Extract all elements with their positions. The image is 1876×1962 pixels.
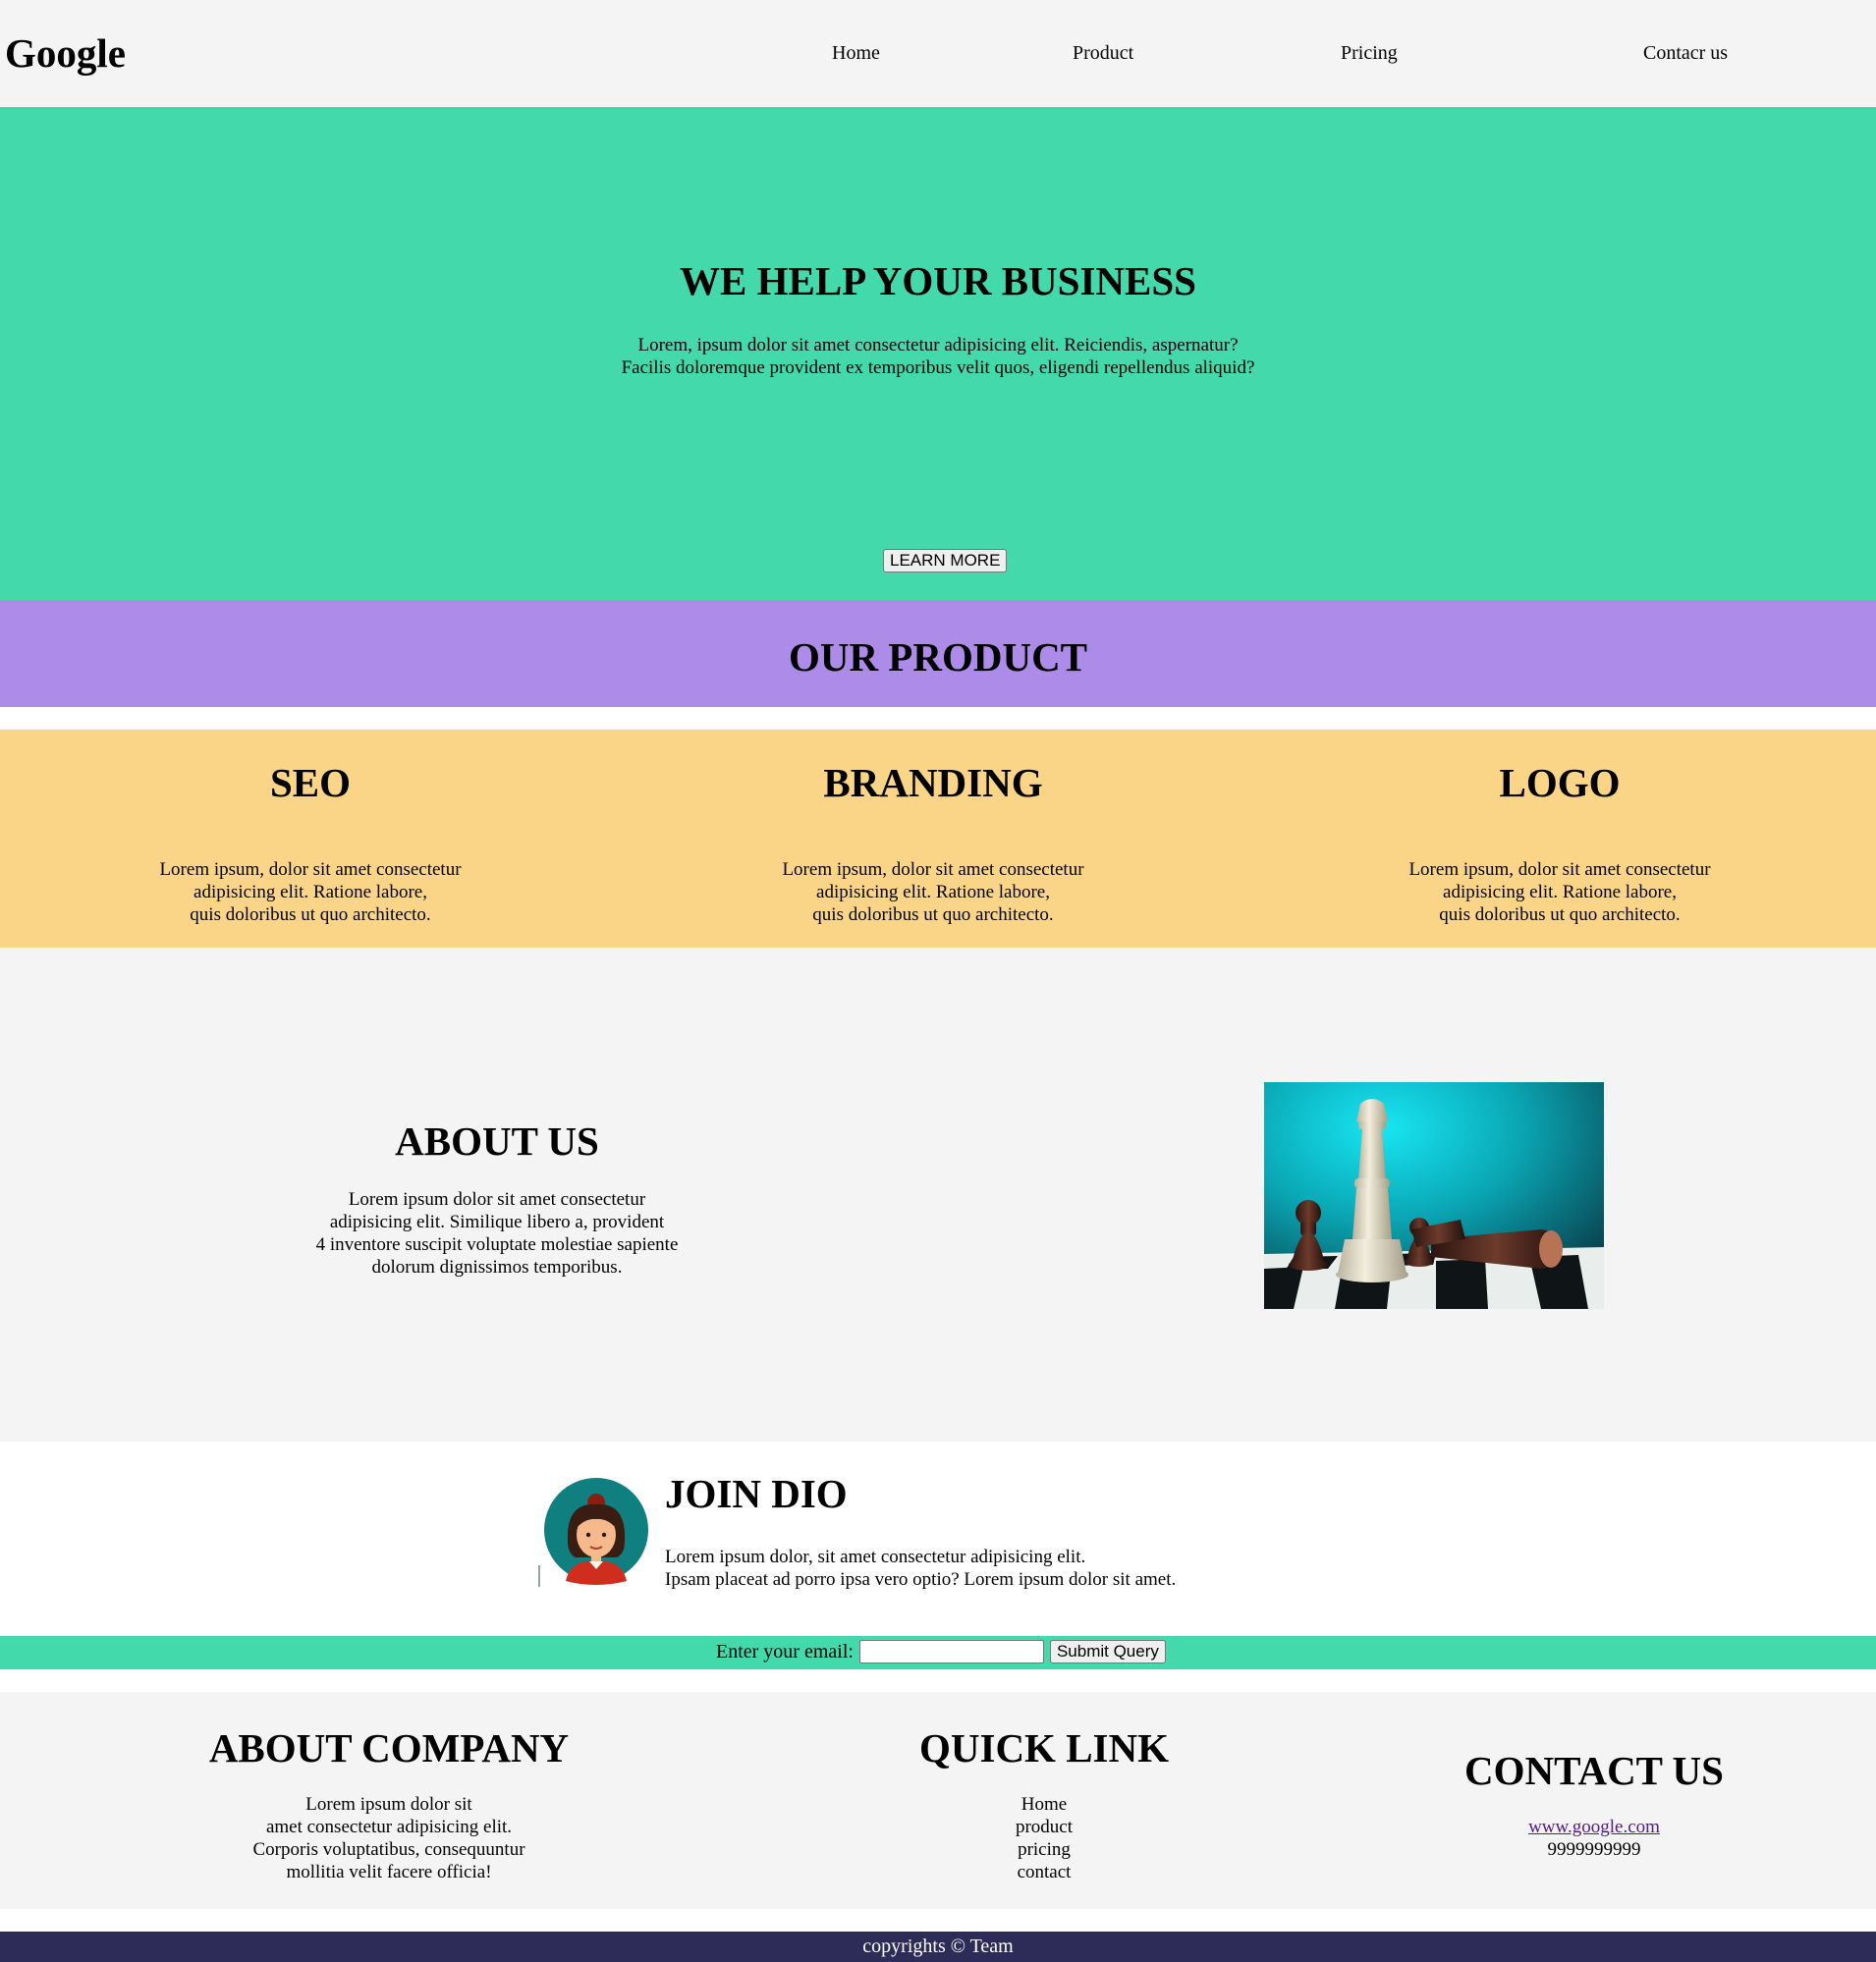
- about-line: 4 inventore suscipit voluptate molestiae…: [315, 1234, 679, 1255]
- join-line-2: Ipsam placeat ad porro ipsa vero optio? …: [665, 1569, 1177, 1590]
- about-line: adipisicing elit. Similique libero a, pr…: [329, 1212, 665, 1232]
- join-line-1: Lorem ipsum dolor, sit amet consectetur …: [665, 1547, 1086, 1567]
- feature-title: LOGO: [1499, 760, 1621, 805]
- hero-section: WE HELP YOUR BUSINESS Lorem, ipsum dolor…: [0, 107, 1876, 600]
- footer: ABOUT COMPANY Lorem ipsum dolor sit amet…: [0, 1692, 1876, 1909]
- email-label: Enter your email:: [716, 1640, 854, 1662]
- footer-about-line: mollitia velit facere officia!: [286, 1862, 492, 1882]
- hero-description: Lorem, ipsum dolor sit amet consectetur …: [0, 334, 1876, 379]
- feature-line: quis doloribus ut quo architecto.: [812, 904, 1054, 925]
- email-field[interactable]: [858, 1640, 1044, 1663]
- feature-line: adipisicing elit. Ratione labore,: [1443, 882, 1677, 902]
- product-banner: OUR PRODUCT: [0, 600, 1876, 707]
- avatar: [538, 1473, 652, 1587]
- footer-website-link[interactable]: www.google.com: [1349, 1816, 1840, 1838]
- footer-about-text: Lorem ipsum dolor sit amet consectetur a…: [143, 1793, 635, 1883]
- chess-image: [1264, 1082, 1604, 1309]
- hero-line-2: Facilis doloremque provident ex temporib…: [621, 357, 1255, 378]
- footer-quick-list: Home product pricing contact: [799, 1793, 1290, 1883]
- footer-quick-title: QUICK LINK: [918, 1725, 1169, 1771]
- about-description: Lorem ipsum dolor sit amet consectetur a…: [251, 1188, 743, 1279]
- nav-link-product[interactable]: Product: [1073, 42, 1133, 65]
- footer-phone: 9999999999: [1547, 1839, 1641, 1860]
- submit-query-button[interactable]: Submit Query: [1049, 1640, 1166, 1663]
- feature-line: quis doloribus ut quo architecto.: [1439, 904, 1681, 925]
- feature-title: BRANDING: [823, 760, 1043, 805]
- features-section: SEO Lorem ipsum, dolor sit amet consecte…: [0, 730, 1876, 948]
- learn-more-button[interactable]: LEARN MORE: [883, 549, 1008, 572]
- footer-link-product[interactable]: product: [799, 1816, 1290, 1838]
- footer-about-company: ABOUT COMPANY Lorem ipsum dolor sit amet…: [143, 1724, 635, 1883]
- newsletter-bar: Enter your email: Submit Query: [0, 1636, 1876, 1669]
- join-description: Lorem ipsum dolor, sit amet consectetur …: [665, 1546, 1176, 1591]
- about-text: ABOUT US Lorem ipsum dolor sit amet cons…: [251, 1117, 743, 1279]
- about-line: dolorum dignissimos temporibus.: [371, 1257, 623, 1278]
- site-logo[interactable]: Google: [5, 29, 126, 77]
- feature-line: adipisicing elit. Ratione labore,: [816, 882, 1050, 902]
- nav-link-contact[interactable]: Contacr us: [1643, 42, 1728, 65]
- feature-description: Lorem ipsum, dolor sit amet consectetur …: [688, 858, 1179, 926]
- feature-line: Lorem ipsum, dolor sit amet consectetur: [159, 859, 462, 880]
- feature-description: Lorem ipsum, dolor sit amet consectetur …: [65, 858, 556, 926]
- footer-link-contact[interactable]: contact: [799, 1861, 1290, 1883]
- hero-line-1: Lorem, ipsum dolor sit amet consectetur …: [637, 335, 1239, 355]
- footer-quick-links: QUICK LINK Home product pricing contact: [799, 1724, 1290, 1883]
- feature-line: quis doloribus ut quo architecto.: [190, 904, 431, 925]
- product-banner-title: OUR PRODUCT: [788, 634, 1088, 680]
- join-title: JOIN DIO: [665, 1471, 848, 1516]
- feature-line: adipisicing elit. Ratione labore,: [193, 882, 427, 902]
- footer-about-line: Corporis voluptatibus, consequuntur: [252, 1839, 525, 1860]
- avatar-illustration: [538, 1478, 648, 1587]
- footer-about-line: amet consectetur adipisicing elit.: [265, 1817, 513, 1837]
- newsletter-form: Enter your email: Submit Query: [716, 1640, 1166, 1663]
- about-line: Lorem ipsum dolor sit amet consectetur: [348, 1189, 646, 1210]
- page: Google Home Product Pricing Contacr us W…: [0, 0, 1876, 1962]
- footer-about-line: Lorem ipsum dolor sit: [305, 1794, 472, 1815]
- feature-title: SEO: [269, 760, 352, 805]
- chess-illustration: [1264, 1082, 1604, 1309]
- copyright-bar: copyrights © Team: [0, 1932, 1876, 1962]
- footer-contact: CONTACT US www.google.com 9999999999: [1349, 1747, 1840, 1861]
- footer-link-home[interactable]: Home: [799, 1793, 1290, 1816]
- footer-contact-title: CONTACT US: [1464, 1748, 1724, 1793]
- feature-line: Lorem ipsum, dolor sit amet consectetur: [782, 859, 1084, 880]
- footer-about-title: ABOUT COMPANY: [208, 1725, 570, 1771]
- feature-description: Lorem ipsum, dolor sit amet consectetur …: [1314, 858, 1805, 926]
- nav-link-pricing[interactable]: Pricing: [1341, 42, 1398, 65]
- footer-contact-details: www.google.com 9999999999: [1349, 1816, 1840, 1861]
- about-title: ABOUT US: [395, 1118, 599, 1164]
- about-section: ABOUT US Lorem ipsum dolor sit amet cons…: [0, 948, 1876, 1442]
- navbar: Google Home Product Pricing Contacr us: [0, 0, 1876, 107]
- footer-link-pricing[interactable]: pricing: [799, 1838, 1290, 1861]
- nav-link-home[interactable]: Home: [832, 42, 880, 65]
- join-section: JOIN DIO Lorem ipsum dolor, sit amet con…: [0, 1442, 1876, 1636]
- feature-line: Lorem ipsum, dolor sit amet consectetur: [1408, 859, 1711, 880]
- hero-title: WE HELP YOUR BUSINESS: [680, 258, 1196, 303]
